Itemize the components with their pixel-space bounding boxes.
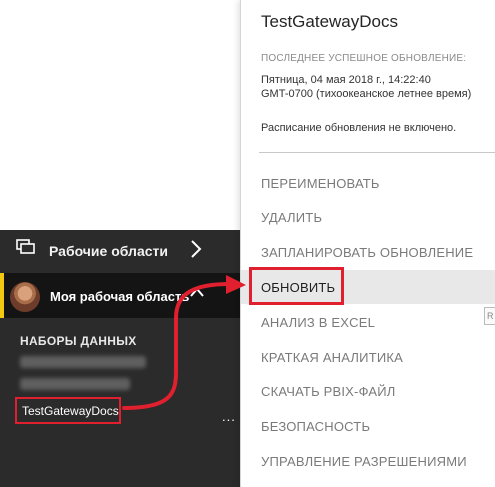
last-refresh-date: Пятница, 04 мая 2018 г., 14:22:40 (261, 74, 431, 86)
menu-item-analyze-in-excel[interactable]: АНАЛИЗ В EXCEL (241, 305, 495, 339)
menu-item-delete[interactable]: УДАЛИТЬ (241, 200, 495, 234)
menu-item-security[interactable]: БЕЗОПАСНОСТЬ (241, 409, 495, 443)
last-refresh-timezone: GMT-0700 (тихоокеанское летнее время) (261, 88, 472, 100)
workspaces-label: Рабочие области (49, 243, 168, 259)
schedule-status-note: Расписание обновления не включено. (261, 122, 457, 134)
avatar (10, 282, 40, 312)
chevron-right-icon[interactable] (190, 240, 202, 258)
side-tab[interactable]: R (484, 307, 495, 325)
refresh-highlight-box (249, 267, 344, 305)
active-accent-bar (0, 273, 4, 318)
datasets-heading: НАБОРЫ ДАННЫХ (20, 334, 137, 348)
dataset-item-testgatewaydocs[interactable]: TestGatewayDocs (15, 397, 121, 424)
blurred-dataset-item[interactable] (20, 378, 130, 390)
workspaces-icon (16, 239, 35, 254)
my-workspace-item[interactable]: Моя рабочая область (0, 273, 250, 318)
menu-item-schedule-refresh[interactable]: ЗАПЛАНИРОВАТЬ ОБНОВЛЕНИЕ (241, 235, 495, 269)
navigation-pane: Рабочие области Моя рабочая область НАБО… (0, 230, 250, 487)
workspaces-nav-item[interactable]: Рабочие области (0, 230, 250, 270)
menu-item-quick-insights[interactable]: КРАТКАЯ АНАЛИТИКА (241, 340, 495, 374)
more-options-button[interactable]: ... (222, 410, 240, 424)
menu-item-rename[interactable]: ПЕРЕИМЕНОВАТЬ (241, 166, 495, 200)
divider (259, 152, 495, 153)
blurred-dataset-item[interactable] (20, 356, 146, 368)
chevron-up-icon[interactable] (190, 286, 204, 298)
last-refresh-heading: ПОСЛЕДНЕЕ УСПЕШНОЕ ОБНОВЛЕНИЕ: (261, 53, 467, 64)
my-workspace-label: Моя рабочая область (50, 289, 190, 304)
menu-item-manage-permissions[interactable]: УПРАВЛЕНИЕ РАЗРЕШЕНИЯМИ (241, 444, 495, 478)
dataset-context-menu: TestGatewayDocs ПОСЛЕДНЕЕ УСПЕШНОЕ ОБНОВ… (240, 0, 495, 487)
dataset-item-label: TestGatewayDocs (22, 403, 119, 418)
menu-item-download-pbix[interactable]: СКАЧАТЬ PBIX-ФАЙЛ (241, 374, 495, 408)
flyout-title: TestGatewayDocs (261, 12, 398, 31)
